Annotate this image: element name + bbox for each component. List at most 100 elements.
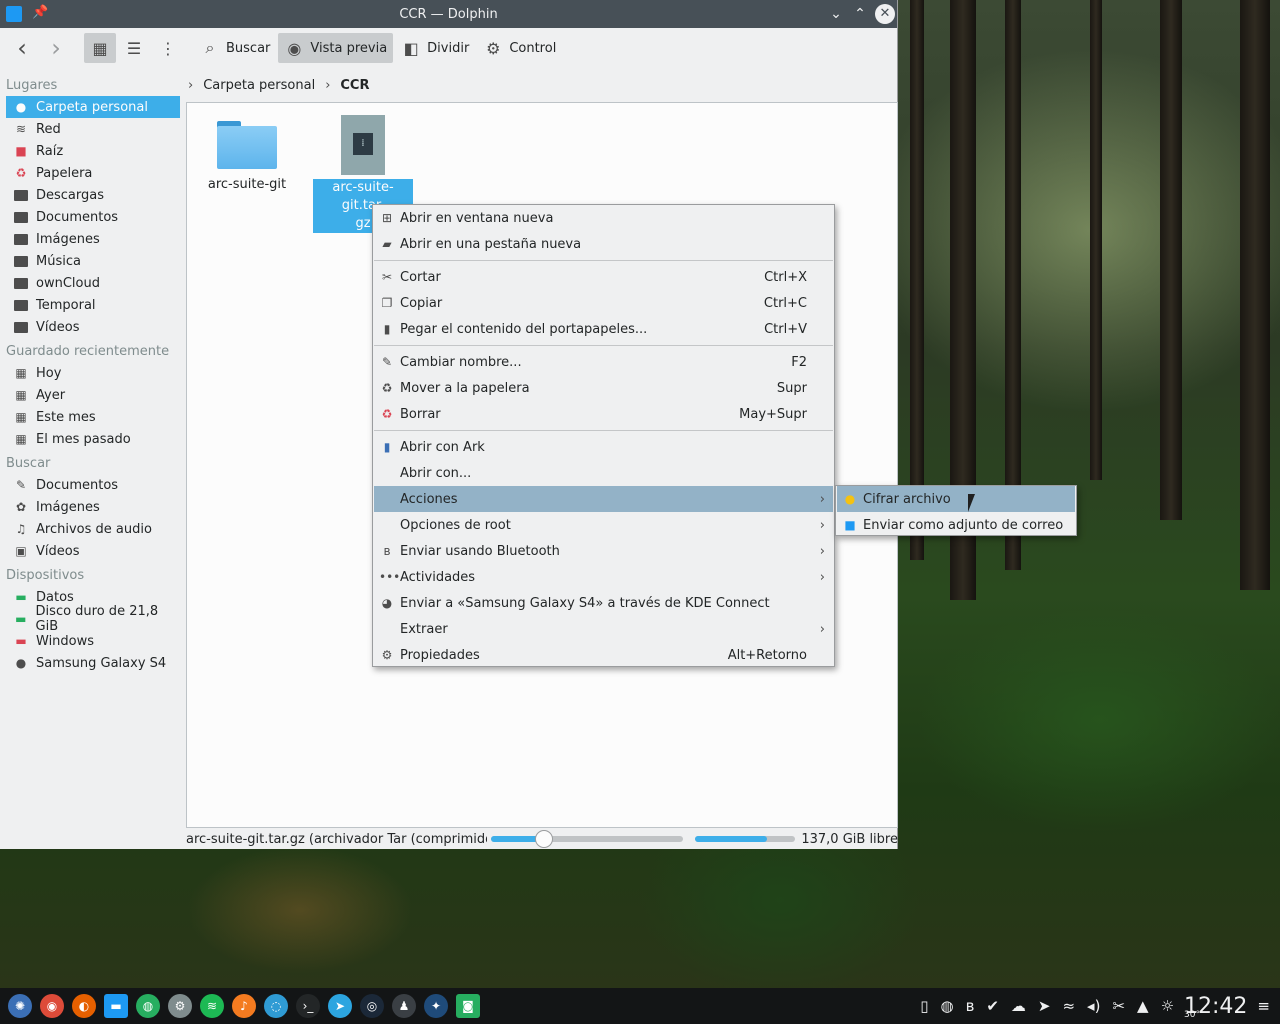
submenu-item-encrypt[interactable]: ● Cifrar archivo <box>837 486 1075 512</box>
sidebar-item-hard-disk[interactable]: ▬ Disco duro de 21,8 GiB <box>6 604 180 634</box>
sidebar-item-samsung[interactable]: ● Samsung Galaxy S4 <box>6 652 180 674</box>
volume-tray-icon[interactable]: ◂) <box>1087 997 1100 1015</box>
scissors-icon: ✂ <box>381 270 393 284</box>
sidebar-item-search-videos[interactable]: ▣ Vídeos <box>6 540 180 562</box>
menu-item-label: Enviar como adjunto de correo <box>863 517 1064 533</box>
phone-tray-icon[interactable]: ▯ <box>920 997 928 1015</box>
clipboard-tray-icon[interactable]: ✂ <box>1112 997 1125 1015</box>
split-button[interactable]: ◧ Dividir <box>395 33 475 63</box>
telegram-tray-icon[interactable]: ➤ <box>1038 997 1051 1015</box>
menu-item-open-new-window[interactable]: ⊞ Abrir en ventana nueva <box>374 205 833 231</box>
menu-item-activities[interactable]: ••• Actividades › <box>374 564 833 590</box>
bluetooth-tray-icon[interactable]: ʙ <box>966 997 975 1015</box>
disk-space-fill <box>695 836 767 842</box>
firefox-icon[interactable]: ◐ <box>72 994 96 1018</box>
menu-item-shortcut: Ctrl+X <box>764 269 807 285</box>
sidebar-item-label: Documentos <box>36 477 119 493</box>
preview-button[interactable]: ◉ Vista previa <box>278 33 394 63</box>
sidebar-item-videos[interactable]: Vídeos <box>6 316 180 338</box>
settings-icon[interactable]: ⚙ <box>168 994 192 1018</box>
browser-icon[interactable]: ◌ <box>264 994 288 1018</box>
sidebar-item-music[interactable]: Música <box>6 250 180 272</box>
sidebar-item-temp[interactable]: Temporal <box>6 294 180 316</box>
menu-item-open-new-tab[interactable]: ▰ Abrir en una pestaña nueva <box>374 231 833 257</box>
compact-view-button[interactable]: ☰ <box>118 33 150 63</box>
sidebar-item-today[interactable]: ▦ Hoy <box>6 362 180 384</box>
menu-item-root-options[interactable]: Opciones de root › <box>374 512 833 538</box>
root-folder-icon: ■ <box>15 144 27 158</box>
weather-tray-icon[interactable]: ☼ <box>1161 997 1174 1015</box>
expand-tray-icon[interactable]: ▲ <box>1137 997 1149 1015</box>
menu-item-delete[interactable]: ♻ Borrar May+Supr <box>374 401 833 427</box>
menu-item-properties[interactable]: ⚙ Propiedades Alt+Retorno <box>374 642 833 668</box>
sidebar-item-search-audio[interactable]: ♫ Archivos de audio <box>6 518 180 540</box>
chevron-right-icon[interactable]: › <box>319 78 336 93</box>
menu-item-cut[interactable]: ✂ Cortar Ctrl+X <box>374 264 833 290</box>
screenshot-icon[interactable]: ◙ <box>456 994 480 1018</box>
minimize-button[interactable]: ⌄ <box>826 4 846 24</box>
app-launcher-icon[interactable]: ✺ <box>8 994 32 1018</box>
menu-item-label: Mover a la papelera <box>400 380 530 396</box>
menu-item-move-to-trash[interactable]: ♻ Mover a la papelera Supr <box>374 375 833 401</box>
control-button[interactable]: ⚙ Control <box>477 33 562 63</box>
sidebar-item-search-images[interactable]: ✿ Imágenes <box>6 496 180 518</box>
menu-item-paste[interactable]: ▮ Pegar el contenido del portapapeles...… <box>374 316 833 342</box>
terminal-icon[interactable]: ›_ <box>296 994 320 1018</box>
sidebar-item-documents[interactable]: Documentos <box>6 206 180 228</box>
zoom-slider-handle[interactable] <box>534 830 553 848</box>
file-item-folder[interactable]: arc-suite-git <box>197 121 297 192</box>
menu-item-extract[interactable]: Extraer › <box>374 616 833 642</box>
sidebar-item-last-month[interactable]: ▦ El mes pasado <box>6 428 180 450</box>
sidebar-item-network[interactable]: ≋ Red <box>6 118 180 140</box>
details-view-button[interactable]: ⋮ <box>152 33 184 63</box>
telegram-icon[interactable]: ➤ <box>328 994 352 1018</box>
menu-item-rename[interactable]: ✎ Cambiar nombre... F2 <box>374 349 833 375</box>
zoom-slider[interactable] <box>490 830 684 848</box>
breadcrumb-home[interactable]: Carpeta personal <box>199 78 319 93</box>
contacts-icon[interactable]: ♟ <box>392 994 416 1018</box>
kodi-icon[interactable]: ✦ <box>424 994 448 1018</box>
ghost-tray-icon[interactable]: ◍ <box>941 997 954 1015</box>
sidebar-item-pictures[interactable]: Imágenes <box>6 228 180 250</box>
icons-view-button[interactable]: ▦ <box>84 33 116 63</box>
submenu-item-email-attachment[interactable]: ■ Enviar como adjunto de correo <box>837 512 1075 538</box>
gear-icon: ⚙ <box>381 648 393 662</box>
music-icon[interactable]: ♪ <box>232 994 256 1018</box>
steam-icon[interactable]: ◎ <box>360 994 384 1018</box>
activities-icon: ••• <box>379 570 401 584</box>
sidebar-item-yesterday[interactable]: ▦ Ayer <box>6 384 180 406</box>
close-button[interactable]: ✕ <box>875 4 895 24</box>
sidebar-item-owncloud[interactable]: ownCloud <box>6 272 180 294</box>
maximize-button[interactable]: ⌃ <box>850 4 870 24</box>
chrome-icon[interactable]: ◉ <box>40 994 64 1018</box>
sidebar-item-home[interactable]: ● Carpeta personal <box>6 96 180 118</box>
back-button[interactable]: ‹ <box>6 33 38 63</box>
sidebar-item-label: Imágenes <box>36 231 100 247</box>
sidebar-item-search-documents[interactable]: ✎ Documentos <box>6 474 180 496</box>
ghost-icon[interactable]: ◍ <box>136 994 160 1018</box>
spotify-icon[interactable]: ≋ <box>200 994 224 1018</box>
menu-item-actions[interactable]: Acciones › <box>374 486 833 512</box>
menu-item-bluetooth[interactable]: ʙ Enviar usando Bluetooth › <box>374 538 833 564</box>
chevron-right-icon[interactable]: › <box>188 78 199 93</box>
dolphin-icon[interactable]: ▬ <box>104 994 128 1018</box>
window-titlebar[interactable]: 📌 CCR — Dolphin ⌄ ⌃ ✕ <box>0 0 897 28</box>
check-tray-icon[interactable]: ✔ <box>986 997 999 1015</box>
sidebar-item-root[interactable]: ■ Raíz <box>6 140 180 162</box>
sidebar-item-downloads[interactable]: Descargas <box>6 184 180 206</box>
sidebar-item-trash[interactable]: ♻ Papelera <box>6 162 180 184</box>
forward-button[interactable]: › <box>40 33 72 63</box>
sidebar-item-this-month[interactable]: ▦ Este mes <box>6 406 180 428</box>
menu-item-copy[interactable]: ❐ Copiar Ctrl+C <box>374 290 833 316</box>
cloud-tray-icon[interactable]: ☁ <box>1011 997 1026 1015</box>
search-button[interactable]: ⌕ Buscar <box>194 33 276 63</box>
wifi-tray-icon[interactable]: ≈ <box>1062 997 1075 1015</box>
folder-icon <box>14 188 28 202</box>
breadcrumb-current[interactable]: CCR <box>336 78 373 93</box>
menu-item-open-with[interactable]: Abrir con... <box>374 460 833 486</box>
menu-item-open-with-ark[interactable]: ▮ Abrir con Ark <box>374 434 833 460</box>
menu-item-shortcut: Ctrl+C <box>763 295 807 311</box>
panel-menu-icon[interactable]: ≡ <box>1257 997 1270 1015</box>
search-icon: ⌕ <box>205 38 215 57</box>
menu-item-kde-connect[interactable]: ◕ Enviar a «Samsung Galaxy S4» a través … <box>374 590 833 616</box>
